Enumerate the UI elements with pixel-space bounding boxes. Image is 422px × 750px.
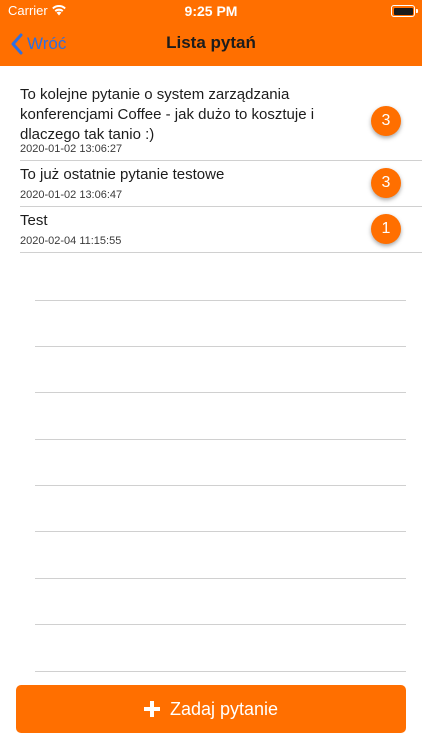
header-bar: Carrier 9:25 PM Wróć Lista pytań	[0, 0, 422, 66]
answer-count-badge: 1	[371, 214, 401, 244]
row-separator	[20, 252, 422, 253]
question-date: 2020-01-02 13:06:47	[20, 189, 123, 201]
navigation-bar: Wróć Lista pytań	[0, 22, 422, 66]
status-time: 9:25 PM	[184, 3, 238, 19]
empty-row-separator	[35, 485, 406, 486]
ask-question-label: Zadaj pytanie	[169, 698, 279, 719]
list-item[interactable]: To kolejne pytanie o system zarządzania …	[0, 66, 422, 161]
question-date: 2020-02-04 11:15:55	[20, 235, 122, 247]
ask-question-button[interactable]: Zadaj pytanie	[16, 685, 406, 733]
question-list: To kolejne pytanie o system zarządzania …	[0, 66, 422, 253]
list-item[interactable]: Test 2020-02-04 11:15:55 1	[0, 207, 422, 253]
empty-row-separator	[35, 578, 406, 579]
question-date: 2020-01-02 13:06:27	[20, 143, 123, 155]
empty-row-separator	[35, 346, 406, 347]
empty-row-separator	[35, 531, 406, 532]
empty-row-separator	[35, 300, 406, 301]
empty-row-separator	[35, 624, 406, 625]
question-text: To już ostatnie pytanie testowe	[20, 166, 225, 183]
question-text: Test	[20, 212, 48, 229]
empty-row-separator	[35, 392, 406, 393]
battery-icon	[391, 5, 418, 17]
plus-icon	[143, 701, 160, 717]
empty-row-separator	[35, 671, 406, 672]
status-bar: Carrier 9:25 PM	[0, 0, 422, 22]
page-title: Lista pytań	[166, 33, 256, 52]
answer-count-badge: 3	[371, 106, 401, 136]
answer-count-badge: 3	[371, 168, 401, 198]
list-item[interactable]: To już ostatnie pytanie testowe 2020-01-…	[0, 161, 422, 207]
empty-row-separator	[35, 439, 406, 440]
question-text: To kolejne pytanie o system zarządzania …	[20, 86, 315, 143]
